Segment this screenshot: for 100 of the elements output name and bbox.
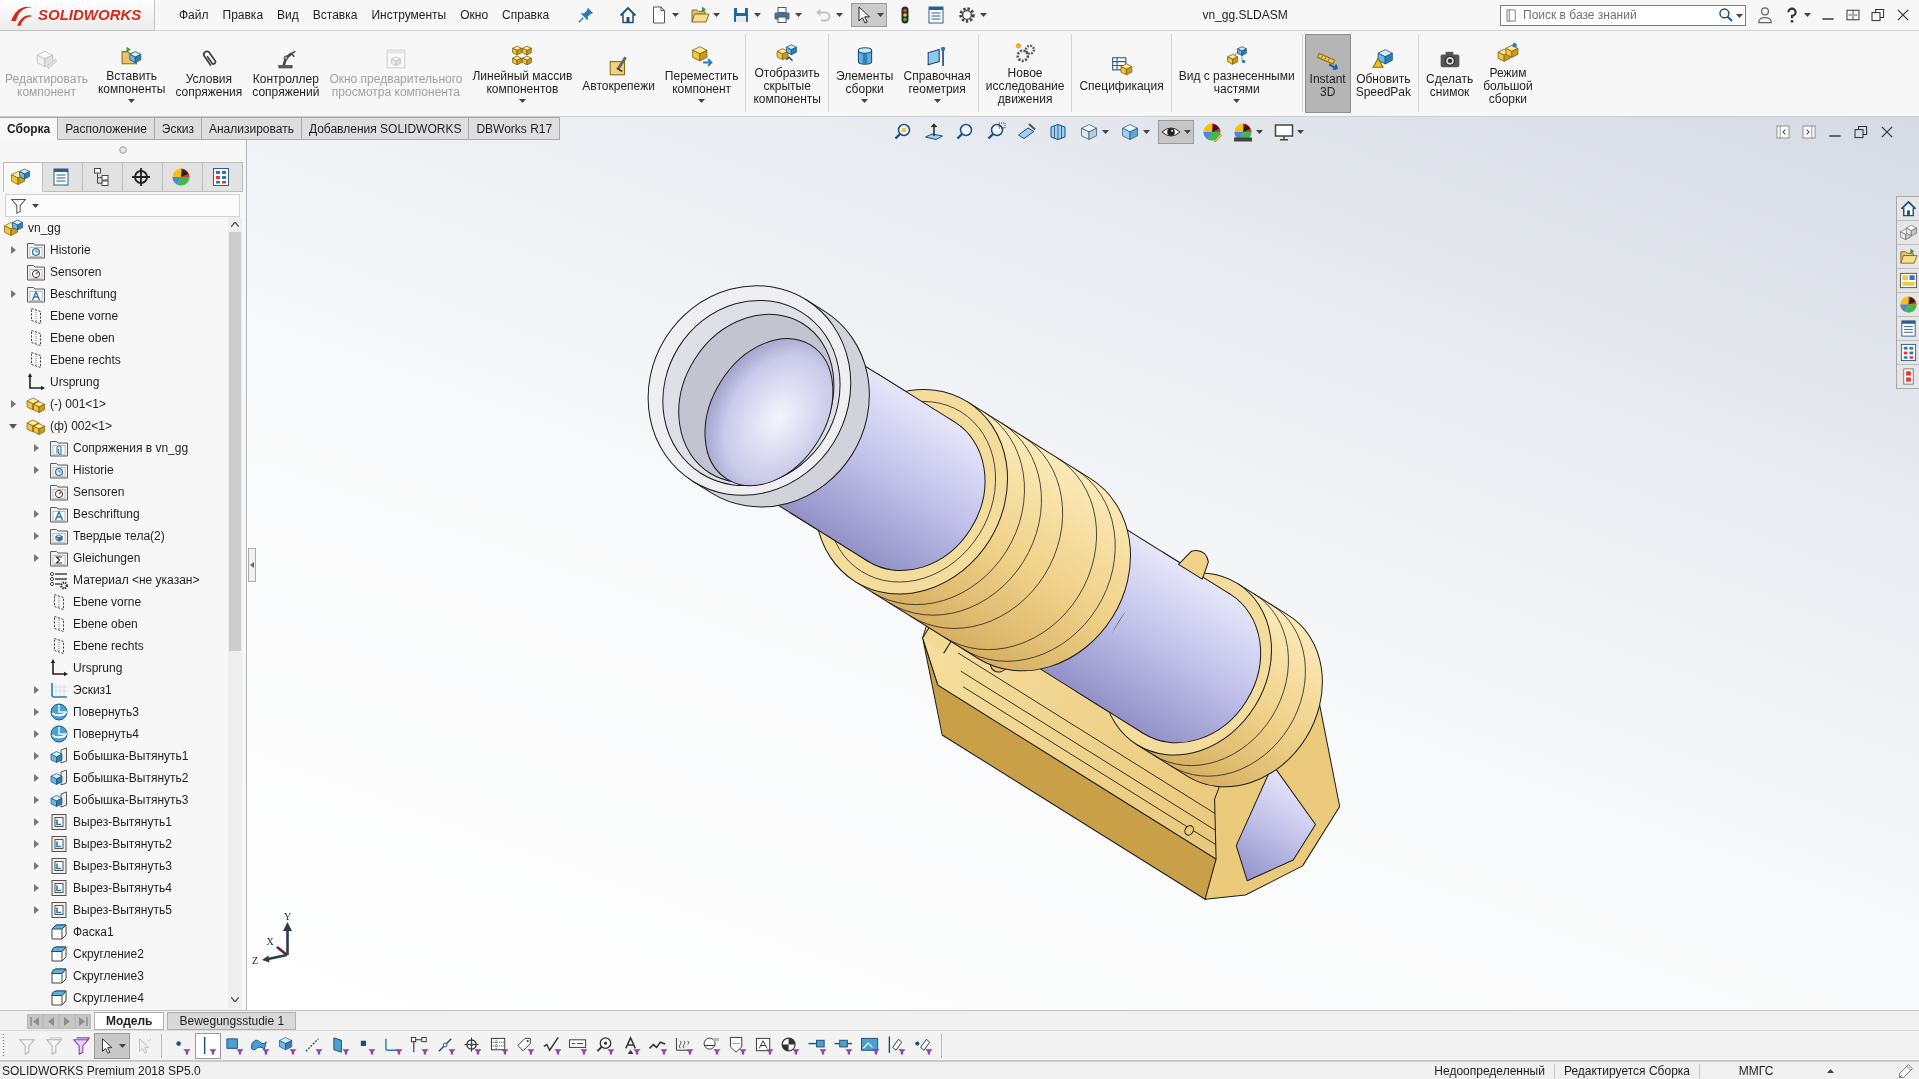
folder-icon[interactable] xyxy=(1898,247,1918,266)
magnifier-icon[interactable] xyxy=(893,122,913,142)
tree-item[interactable]: Скругление4 xyxy=(73,991,144,1005)
tree-item[interactable]: Повернуть3 xyxy=(73,705,139,719)
expander-triangle-icon[interactable] xyxy=(33,906,39,914)
user-icon[interactable] xyxy=(1756,6,1774,24)
caret-icon[interactable] xyxy=(713,13,721,17)
tab[interactable]: Анализировать xyxy=(201,117,302,140)
dashed-line-filter-icon[interactable] xyxy=(304,1036,324,1055)
tree-item[interactable]: Скругление2 xyxy=(73,947,144,961)
tree-item[interactable]: Ebene oben xyxy=(50,331,115,345)
tab[interactable]: Эскиз xyxy=(154,117,202,140)
caret-icon[interactable] xyxy=(754,13,762,17)
ribbon-button[interactable]: Линейный массив компонентов xyxy=(467,34,578,113)
cube-icon[interactable] xyxy=(1079,122,1099,142)
caret-icon[interactable] xyxy=(1826,1068,1834,1073)
tree-item[interactable]: Эскиз1 xyxy=(73,683,112,697)
tree-item[interactable]: Фаска1 xyxy=(73,925,114,939)
expander-triangle-icon[interactable] xyxy=(10,290,16,298)
color-wheel-icon[interactable] xyxy=(1233,122,1253,142)
close-icon[interactable] xyxy=(1879,124,1895,140)
text-filter-icon[interactable] xyxy=(622,1036,642,1055)
caret-icon[interactable] xyxy=(1256,130,1263,134)
ribbon-button[interactable]: Условия сопряжения xyxy=(170,34,248,113)
filter-icon[interactable] xyxy=(71,1036,90,1055)
caret-icon[interactable] xyxy=(861,98,869,103)
tree-item[interactable]: Сопряжения в vn_gg xyxy=(73,441,189,455)
tree-item[interactable]: Вырез-Вытянуть5 xyxy=(73,903,172,917)
ribbon-button[interactable]: Новое исследование движения xyxy=(980,34,1070,113)
picture-filter-icon[interactable] xyxy=(860,1036,880,1055)
caret-icon[interactable] xyxy=(1102,130,1109,134)
pane-tab[interactable] xyxy=(123,162,163,192)
scroll-up-icon[interactable] xyxy=(231,222,239,227)
list-icon[interactable] xyxy=(1898,319,1918,338)
expander-triangle-icon[interactable] xyxy=(33,444,39,452)
menu-item[interactable]: Окно xyxy=(460,5,489,25)
color-wheel-pencil-icon[interactable] xyxy=(1202,122,1222,142)
scroll-down-icon[interactable] xyxy=(231,997,239,1002)
caret-icon[interactable] xyxy=(1297,130,1304,134)
tree-item[interactable]: Sensoren xyxy=(50,265,102,279)
ribbon-button[interactable]: Отобразить скрытые компоненты xyxy=(748,34,826,113)
tree-item[interactable]: Ursprung xyxy=(50,375,100,389)
ribbon-button[interactable]: Обновить SpeedPak xyxy=(1350,34,1417,113)
search-field[interactable]: Поиск в базе знаний xyxy=(1500,4,1746,26)
left-arrow-icon[interactable] xyxy=(250,562,254,568)
tree-item[interactable]: Бобышка-Вытянуть1 xyxy=(73,749,189,763)
pin-icon[interactable] xyxy=(577,6,596,24)
corner-curve-filter-icon[interactable] xyxy=(383,1036,403,1055)
magnifier-filter-icon[interactable] xyxy=(595,1036,615,1055)
caret-icon[interactable] xyxy=(698,98,706,103)
ribbon-button[interactable]: Сделать снимок xyxy=(1421,34,1479,113)
expander-triangle-icon[interactable] xyxy=(33,532,39,540)
close-icon[interactable] xyxy=(1895,7,1911,23)
ribbon-button[interactable]: Вставить компоненты xyxy=(92,34,171,113)
tree-item[interactable]: Ursprung xyxy=(73,661,123,675)
tile-icon[interactable] xyxy=(1845,7,1861,23)
shield-filter-icon[interactable] xyxy=(728,1036,748,1055)
palette-icon[interactable] xyxy=(1898,271,1918,290)
restore-icon[interactable] xyxy=(1853,124,1869,140)
line-point-filter-icon[interactable] xyxy=(436,1036,456,1055)
menu-item[interactable]: Инструменты xyxy=(371,5,447,25)
ribbon-button[interactable]: Контроллер сопряжений xyxy=(247,34,325,113)
list-icon[interactable] xyxy=(926,5,947,25)
tag-filter-icon[interactable] xyxy=(516,1036,536,1055)
panel-grid-icon[interactable] xyxy=(1898,343,1918,362)
caret-icon[interactable] xyxy=(1143,130,1150,134)
balloon-filter-icon[interactable] xyxy=(701,1036,721,1055)
tree-item[interactable]: Вырез-Вытянуть4 xyxy=(73,881,172,895)
pressed-button[interactable] xyxy=(94,1032,130,1059)
tree-item[interactable]: Sensoren xyxy=(73,485,125,499)
crosshair-filter-icon[interactable] xyxy=(463,1036,483,1055)
settings-icon[interactable] xyxy=(957,5,978,25)
home-icon[interactable] xyxy=(618,5,639,25)
pane-tab[interactable] xyxy=(43,162,83,192)
caret-icon[interactable] xyxy=(1184,130,1191,134)
ribbon-button[interactable]: Переместить компонент xyxy=(659,34,744,113)
corner-points-filter-icon[interactable] xyxy=(410,1036,430,1055)
section-plane-icon[interactable] xyxy=(1017,122,1037,142)
printer-icon[interactable] xyxy=(772,5,793,25)
check-filter-icon[interactable] xyxy=(542,1036,562,1055)
expander-triangle-icon[interactable] xyxy=(10,246,16,254)
hatch-filter-icon[interactable] xyxy=(675,1036,695,1055)
tab[interactable]: Bewegungsstudie 1 xyxy=(167,1012,297,1030)
tree-item[interactable]: Повернуть4 xyxy=(73,727,139,741)
pane-tab[interactable] xyxy=(163,162,203,192)
caret-icon[interactable] xyxy=(518,98,526,103)
tree-item[interactable]: Ebene oben xyxy=(73,617,138,631)
ribbon-button[interactable]: Автокрепежи xyxy=(577,34,660,113)
plane-filter-icon[interactable] xyxy=(330,1036,350,1055)
pressed-button[interactable] xyxy=(1158,120,1194,144)
tab[interactable]: Добавления SOLIDWORKS xyxy=(301,117,470,140)
tree-item[interactable]: Вырез-Вытянуть3 xyxy=(73,859,172,873)
tree-item[interactable]: Материал <не указан> xyxy=(73,573,200,587)
tree-item[interactable]: Beschriftung xyxy=(73,507,140,521)
ribbon-button[interactable]: Справочная геометрия xyxy=(898,34,976,113)
tree-item[interactable]: Beschriftung xyxy=(50,287,117,301)
expander-triangle-icon[interactable] xyxy=(33,818,39,826)
caret-icon[interactable] xyxy=(1804,13,1811,17)
tree-item[interactable]: Вырез-Вытянуть1 xyxy=(73,815,172,829)
caret-icon[interactable] xyxy=(795,13,803,17)
